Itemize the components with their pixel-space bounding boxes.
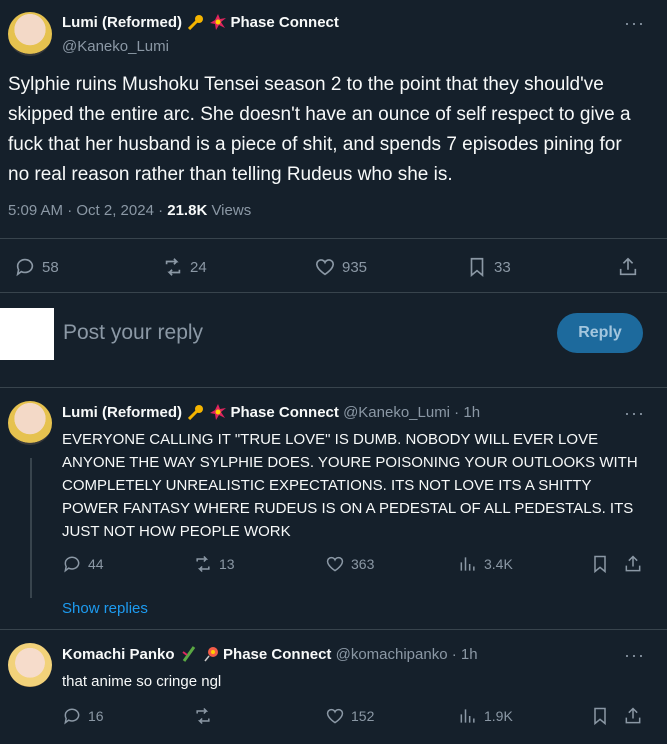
more-icon[interactable]: ··· bbox=[624, 14, 645, 32]
bookmark-button[interactable] bbox=[590, 554, 610, 574]
share-button[interactable] bbox=[623, 706, 643, 726]
author-name-line: Lumi (Reformed) Phase Connect bbox=[62, 14, 339, 31]
lollipop-emoji-icon bbox=[203, 646, 219, 662]
reply-icon bbox=[16, 258, 34, 277]
bookmark-icon bbox=[594, 707, 606, 726]
views-button[interactable]: 1.9K bbox=[458, 706, 513, 726]
bookmark-count: 33 bbox=[494, 258, 511, 276]
affiliation[interactable]: Phase Connect bbox=[223, 646, 331, 663]
affiliation[interactable]: Phase Connect bbox=[231, 14, 339, 31]
like-button[interactable]: 935 bbox=[314, 256, 367, 278]
handle-time[interactable]: @komachipanko · 1h bbox=[336, 646, 478, 663]
reply-icon bbox=[64, 556, 80, 573]
like-icon bbox=[326, 556, 344, 572]
reply-text: that anime so cringe ngl bbox=[62, 673, 222, 690]
views-button[interactable]: 3.4K bbox=[458, 554, 513, 574]
reply-count: 58 bbox=[42, 258, 59, 276]
views-count: 21.8K bbox=[167, 202, 208, 219]
like-button[interactable]: 152 bbox=[325, 706, 374, 726]
avatar[interactable] bbox=[8, 12, 52, 56]
tweet-text: Sylphie ruins Mushoku Tensei season 2 to… bbox=[8, 74, 631, 185]
show-replies-link[interactable]: Show replies bbox=[62, 600, 148, 617]
bamboo-emoji-icon bbox=[181, 646, 197, 662]
display-name[interactable]: Lumi (Reformed) bbox=[62, 404, 182, 421]
share-icon bbox=[619, 257, 637, 276]
reply-button[interactable]: 16 bbox=[62, 706, 104, 726]
repost-button[interactable] bbox=[193, 706, 219, 726]
repost-button[interactable]: 24 bbox=[162, 256, 207, 278]
share-icon bbox=[625, 555, 641, 572]
bookmark-button[interactable]: 33 bbox=[466, 256, 511, 278]
tweet-meta: 5:09 AM · Oct 2, 2024 · 21.8K Views bbox=[8, 202, 251, 219]
like-button[interactable]: 363 bbox=[325, 554, 374, 574]
compose-avatar bbox=[0, 308, 54, 360]
repost-icon bbox=[196, 707, 210, 725]
author-name-line: Komachi Panko Phase Connect @komachipank… bbox=[62, 646, 478, 663]
handle-time[interactable]: @Kaneko_Lumi · 1h bbox=[343, 404, 480, 421]
views-count: 3.4K bbox=[484, 556, 513, 572]
like-icon bbox=[326, 708, 344, 724]
reply-button[interactable]: 58 bbox=[14, 256, 59, 278]
reply-count: 44 bbox=[88, 556, 104, 572]
comet-emoji-icon bbox=[188, 14, 204, 31]
bookmark-icon bbox=[594, 555, 606, 574]
avatar[interactable] bbox=[8, 401, 52, 445]
reply-input[interactable]: Post your reply bbox=[63, 321, 203, 345]
handle[interactable]: @Kaneko_Lumi bbox=[62, 38, 169, 55]
repost-count: 13 bbox=[219, 556, 235, 572]
repost-button[interactable]: 13 bbox=[193, 554, 235, 574]
reply-text: EVERYONE CALLING IT "TRUE LOVE" IS DUMB.… bbox=[62, 431, 638, 540]
more-icon[interactable]: ··· bbox=[624, 404, 645, 422]
views-count: 1.9K bbox=[484, 708, 513, 724]
timestamp[interactable]: 5:09 AM · Oct 2, 2024 · bbox=[8, 202, 167, 219]
like-icon bbox=[315, 259, 335, 276]
comet-emoji-icon bbox=[188, 404, 204, 421]
display-name[interactable]: Komachi Panko bbox=[62, 646, 175, 663]
like-count: 363 bbox=[351, 556, 375, 572]
reply-icon bbox=[64, 708, 80, 725]
avatar[interactable] bbox=[8, 643, 52, 687]
views-label: Views bbox=[207, 202, 252, 219]
bookmark-button[interactable] bbox=[590, 706, 610, 726]
repost-icon bbox=[196, 555, 210, 573]
share-icon bbox=[625, 707, 641, 724]
affiliation[interactable]: Phase Connect bbox=[231, 404, 339, 421]
like-count: 152 bbox=[351, 708, 375, 724]
repost-icon bbox=[165, 258, 181, 276]
author-name-line: Lumi (Reformed) Phase Connect @Kaneko_Lu… bbox=[62, 404, 480, 421]
views-icon bbox=[460, 557, 475, 571]
reply-submit-button[interactable]: Reply bbox=[557, 313, 643, 353]
display-name[interactable]: Lumi (Reformed) bbox=[62, 14, 182, 31]
like-count: 935 bbox=[342, 258, 368, 276]
repost-count: 24 bbox=[190, 258, 207, 276]
share-button[interactable] bbox=[617, 256, 639, 278]
views-icon bbox=[460, 709, 475, 723]
bookmark-icon bbox=[470, 257, 484, 278]
explosion-emoji-icon bbox=[210, 14, 227, 30]
more-icon[interactable]: ··· bbox=[624, 646, 645, 664]
reply-button[interactable]: 44 bbox=[62, 554, 104, 574]
thread-line bbox=[30, 458, 32, 598]
share-button[interactable] bbox=[623, 554, 643, 574]
reply-count: 16 bbox=[88, 708, 104, 724]
explosion-emoji-icon bbox=[210, 404, 227, 420]
